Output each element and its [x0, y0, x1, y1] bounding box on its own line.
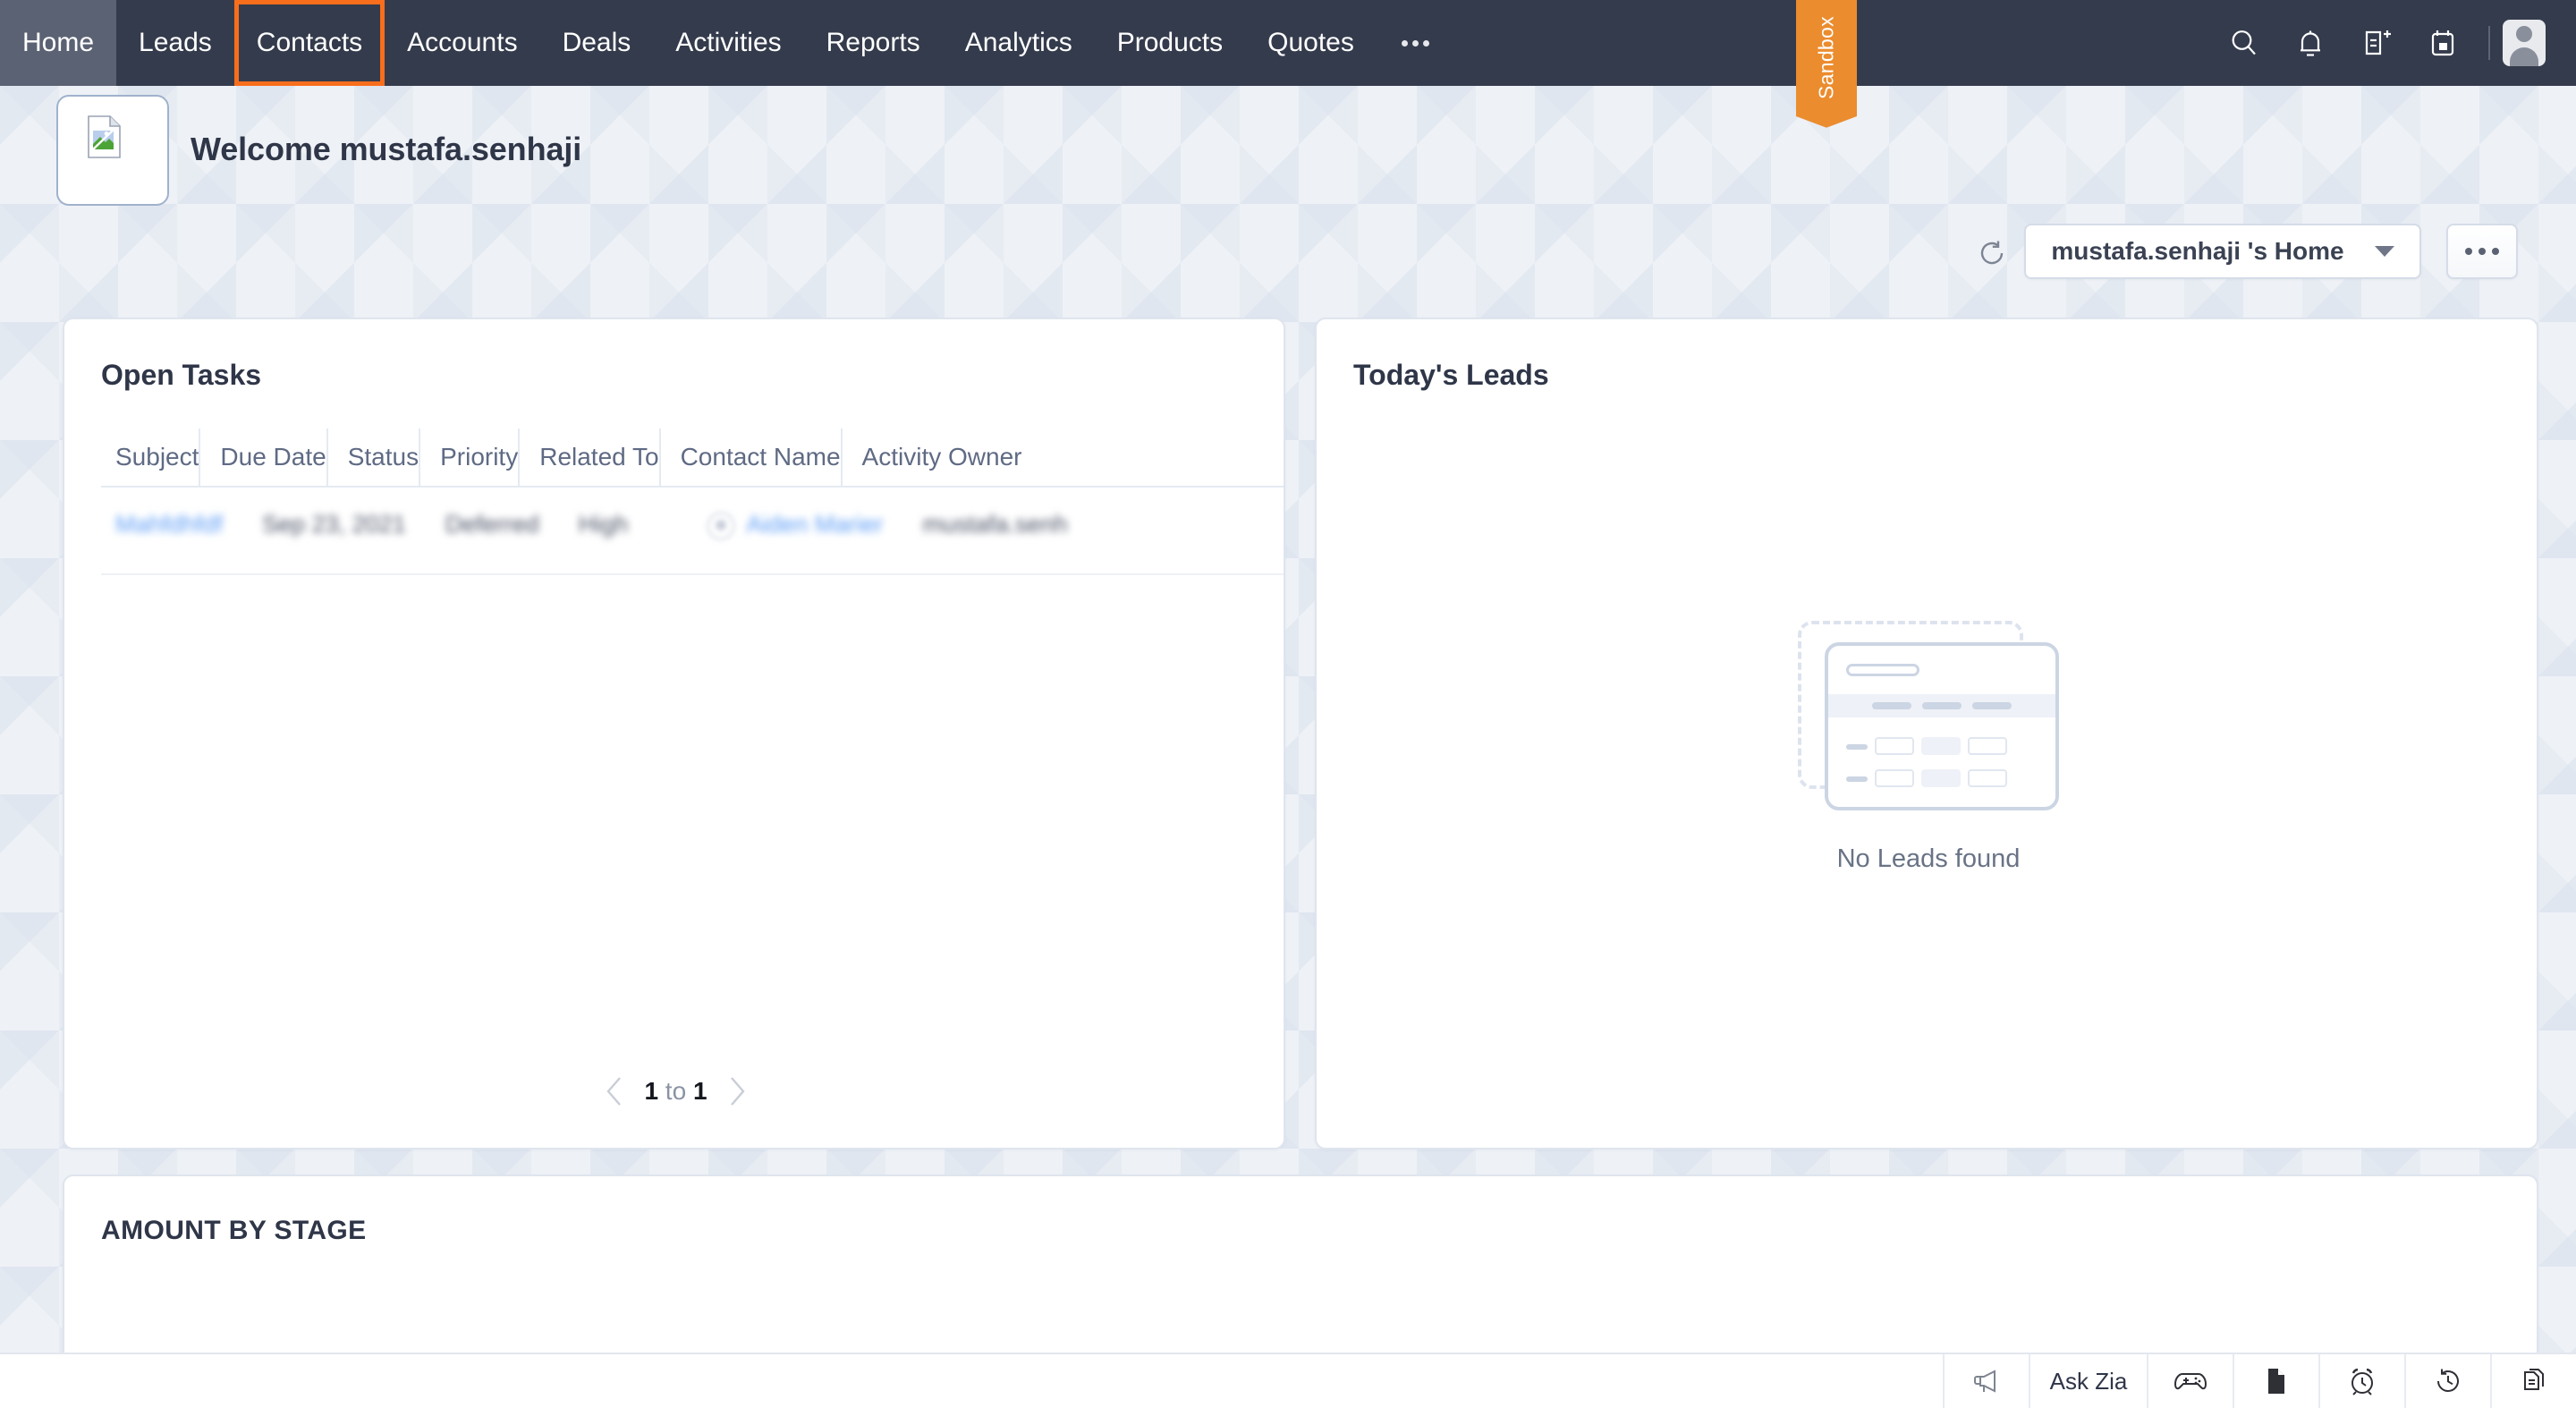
nav-tab-accounts[interactable]: Accounts [385, 0, 539, 86]
cell-activity-owner: mustafa.senh [922, 511, 1068, 538]
cell-due-date: Sep 23, 2021 [262, 511, 406, 538]
illustration-front-card [1825, 641, 2059, 810]
empty-state-message: No Leads found [1836, 844, 2021, 873]
sandbox-ribbon: Sandbox [1796, 0, 1857, 129]
cell-contact-name: Aiden Marier [687, 488, 902, 573]
page-body: Welcome mustafa.senhaji mustafa.senhaji … [0, 86, 2576, 1408]
refresh-icon[interactable] [1973, 234, 2011, 272]
cell-status: Deferred [445, 511, 539, 538]
column-header-status[interactable]: Status [326, 428, 419, 486]
nav-tab-label: Quotes [1267, 28, 1354, 57]
nav-tab-contacts[interactable]: Contacts [233, 0, 386, 86]
cell-priority: High [578, 511, 629, 538]
ellipsis-icon [2465, 248, 2472, 255]
illustration-header-band [1828, 693, 2055, 717]
nav-tab-home[interactable]: Home [0, 0, 117, 86]
game-controller-icon[interactable] [2147, 1354, 2233, 1408]
dashboard-view-value: mustafa.senhaji 's Home [2051, 237, 2344, 265]
megaphone-icon[interactable] [1943, 1354, 2029, 1408]
pagination-separator: to [658, 1077, 693, 1105]
nav-tab-label: Contacts [256, 28, 363, 57]
ellipsis-icon [2492, 248, 2499, 255]
amount-by-stage-title: AMOUNT BY STAGE [101, 1216, 367, 1245]
calendar-icon[interactable] [2410, 0, 2476, 86]
notification-bell-icon[interactable] [2277, 0, 2343, 86]
dashboard-view-select[interactable]: mustafa.senhaji 's Home [2024, 224, 2421, 279]
nav-tab-leads[interactable]: Leads [116, 0, 234, 86]
bottom-utility-bar: Ask Zia [0, 1353, 2576, 1408]
nav-tab-analytics[interactable]: Analytics [943, 0, 1095, 86]
search-icon[interactable] [2211, 0, 2277, 86]
open-tasks-widget: Open Tasks Subject Due Date Status Prior… [63, 318, 1285, 1149]
ask-zia-button[interactable]: Ask Zia [2029, 1354, 2147, 1408]
task-subject-link[interactable]: Mahfdhfdf [115, 511, 223, 538]
nav-tab-reports[interactable]: Reports [804, 0, 943, 86]
nav-tab-products[interactable]: Products [1095, 0, 1245, 86]
open-tasks-title: Open Tasks [101, 359, 262, 391]
column-header-priority[interactable]: Priority [419, 428, 518, 486]
table-header-row: Subject Due Date Status Priority Related… [101, 428, 1284, 488]
history-clock-icon[interactable] [2404, 1354, 2490, 1408]
ask-zia-label: Ask Zia [2049, 1367, 2128, 1395]
column-header-due-date[interactable]: Due Date [199, 428, 326, 486]
alarm-clock-icon[interactable] [2318, 1354, 2404, 1408]
nav-tab-label: Products [1116, 28, 1224, 57]
pagination-to: 1 [692, 1077, 708, 1105]
dashboard-header: Welcome mustafa.senhaji [0, 86, 2576, 206]
contact-avatar-icon [707, 512, 736, 540]
notes-stack-icon[interactable] [2490, 1354, 2576, 1408]
nav-right-actions [2211, 0, 2576, 86]
cell-subject: Mahfdhfdf [101, 488, 242, 573]
nav-tab-label: Activities [675, 28, 782, 57]
column-header-subject[interactable]: Subject [101, 428, 199, 486]
pagination-from: 1 [644, 1077, 659, 1105]
contact-name-link[interactable]: Aiden Marier [746, 509, 883, 539]
empty-table-illustration [1798, 620, 2059, 810]
nav-tab-label: Accounts [407, 28, 518, 57]
column-header-related-to[interactable]: Related To [518, 428, 659, 486]
pagination-prev-button[interactable] [603, 1074, 626, 1108]
nav-overflow-ellipsis-icon[interactable] [1377, 0, 1455, 86]
page-title: Welcome mustafa.senhaji [191, 131, 582, 167]
sandbox-ribbon-label: Sandbox [1814, 16, 1838, 100]
todays-leads-widget: Today's Leads No Leads found [1315, 318, 2538, 1149]
illustration-pill [1846, 663, 1919, 676]
nav-tab-label: Analytics [964, 28, 1072, 57]
chevron-down-icon [2374, 246, 2394, 257]
nav-tab-label: Home [22, 28, 95, 57]
nav-tab-label: Deals [562, 28, 631, 57]
pagination-range: 1 to 1 [644, 1077, 707, 1106]
column-header-activity-owner[interactable]: Activity Owner [840, 428, 1021, 486]
dashboard-thumbnail [56, 95, 169, 206]
open-tasks-table: Subject Due Date Status Priority Related… [101, 428, 1284, 575]
pagination-next-button[interactable] [725, 1074, 749, 1108]
cell-related-to [648, 488, 687, 573]
todays-leads-empty-state: No Leads found [1317, 319, 2537, 1148]
nav-tab-activities[interactable]: Activities [653, 0, 803, 86]
top-navigation-bar: Home Leads Contacts Accounts Deals Activ… [0, 0, 2576, 86]
column-header-contact-name[interactable]: Contact Name [658, 428, 841, 486]
nav-tab-deals[interactable]: Deals [540, 0, 654, 86]
nav-tab-label: Leads [139, 28, 212, 57]
add-record-icon[interactable] [2343, 0, 2410, 86]
ellipsis-icon [2479, 248, 2486, 255]
nav-tab-quotes[interactable]: Quotes [1245, 0, 1377, 86]
open-tasks-pagination: 1 to 1 [64, 1074, 1284, 1108]
nav-tab-label: Reports [826, 28, 920, 57]
broken-image-icon [88, 115, 121, 158]
page-flip-icon[interactable] [2233, 1354, 2318, 1408]
avatar[interactable] [2503, 20, 2546, 66]
dashboard-more-actions-button[interactable] [2446, 224, 2518, 279]
table-row[interactable]: Mahfdhfdf Sep 23, 2021 Deferred High Aid… [101, 488, 1284, 575]
nav-divider [2488, 26, 2490, 60]
